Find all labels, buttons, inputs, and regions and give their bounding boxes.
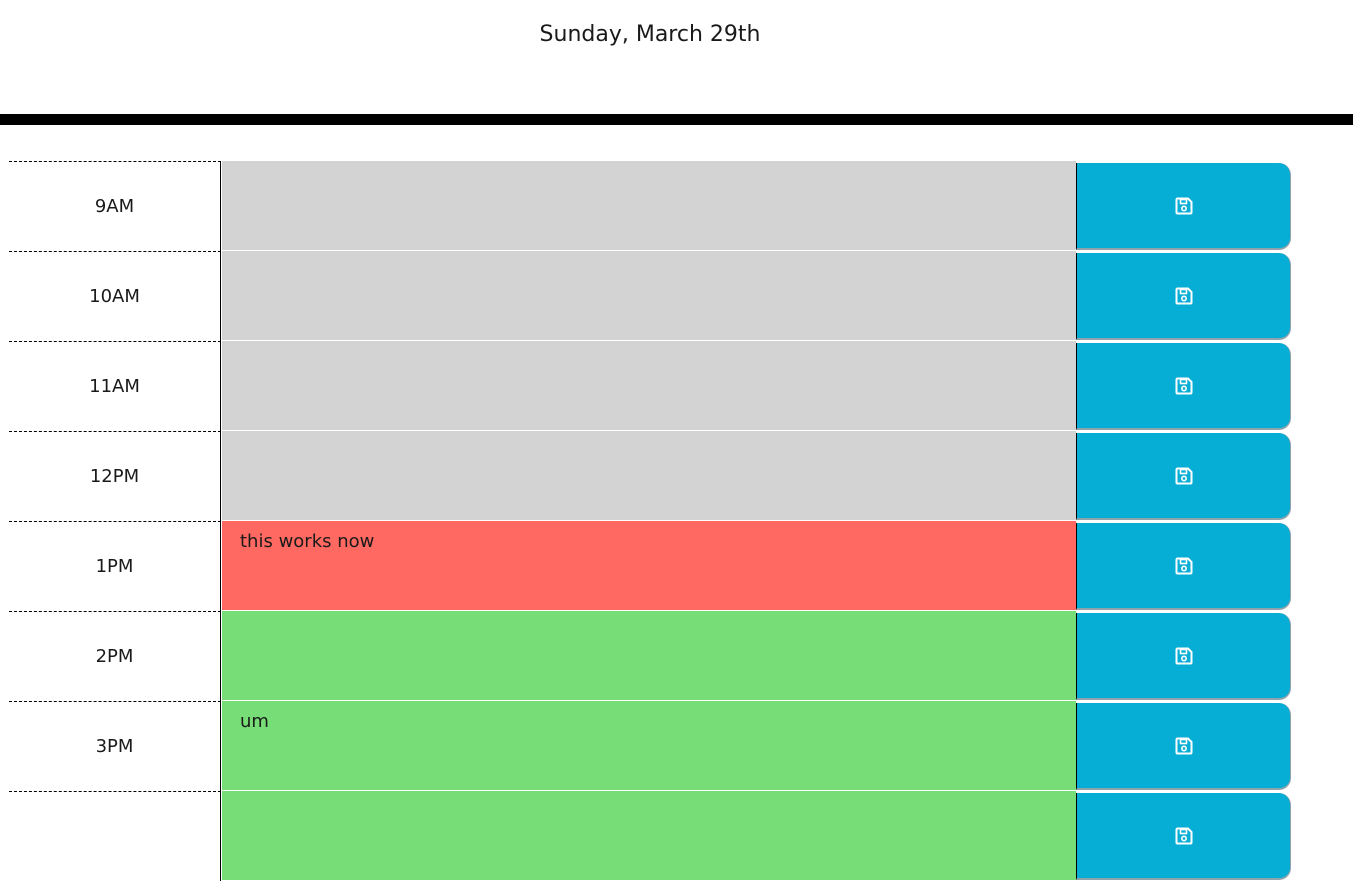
floppy-disk-icon — [1175, 197, 1193, 215]
floppy-disk-icon — [1175, 377, 1193, 395]
timeblock-row: 9AM — [9, 161, 1293, 251]
timeblock-row: 3PM um — [9, 701, 1293, 791]
timeblock-row: 12PM — [9, 431, 1293, 521]
hour-label: 1PM — [9, 521, 221, 611]
event-description-input[interactable] — [222, 611, 1076, 701]
event-description-input[interactable]: um — [222, 701, 1076, 791]
floppy-disk-icon — [1175, 647, 1193, 665]
save-button[interactable] — [1076, 703, 1291, 790]
floppy-disk-icon — [1175, 557, 1193, 575]
floppy-disk-icon — [1175, 827, 1193, 845]
save-button[interactable] — [1076, 793, 1291, 880]
current-day: Sunday, March 29th — [539, 22, 761, 47]
timeblock-row: 10AM — [9, 251, 1293, 341]
save-button[interactable] — [1076, 433, 1291, 520]
header: Sunday, March 29th — [0, 0, 1353, 114]
floppy-disk-icon — [1175, 737, 1193, 755]
event-description-input[interactable] — [222, 341, 1076, 431]
timeblock-row — [9, 791, 1293, 881]
header-divider — [0, 114, 1353, 125]
hour-label: 10AM — [9, 251, 221, 341]
event-description-input[interactable]: this works now — [222, 521, 1076, 611]
event-description-input[interactable] — [222, 251, 1076, 341]
timeblock-row: 1PM this works now — [9, 521, 1293, 611]
timeblock-row: 11AM — [9, 341, 1293, 431]
hour-label: 2PM — [9, 611, 221, 701]
save-button[interactable] — [1076, 163, 1291, 250]
save-button[interactable] — [1076, 253, 1291, 340]
timeblock-row: 2PM — [9, 611, 1293, 701]
schedule: 9AM 10AM 11AM 12PM 1PM this works now 2P… — [9, 161, 1293, 881]
event-description-input[interactable] — [222, 431, 1076, 521]
hour-label: 9AM — [9, 161, 221, 251]
floppy-disk-icon — [1175, 287, 1193, 305]
hour-label — [9, 791, 221, 881]
event-description-input[interactable] — [222, 791, 1076, 881]
hour-label: 11AM — [9, 341, 221, 431]
event-description-input[interactable] — [222, 161, 1076, 251]
save-button[interactable] — [1076, 343, 1291, 430]
save-button[interactable] — [1076, 523, 1291, 610]
floppy-disk-icon — [1175, 467, 1193, 485]
hour-label: 3PM — [9, 701, 221, 791]
save-button[interactable] — [1076, 613, 1291, 700]
hour-label: 12PM — [9, 431, 221, 521]
